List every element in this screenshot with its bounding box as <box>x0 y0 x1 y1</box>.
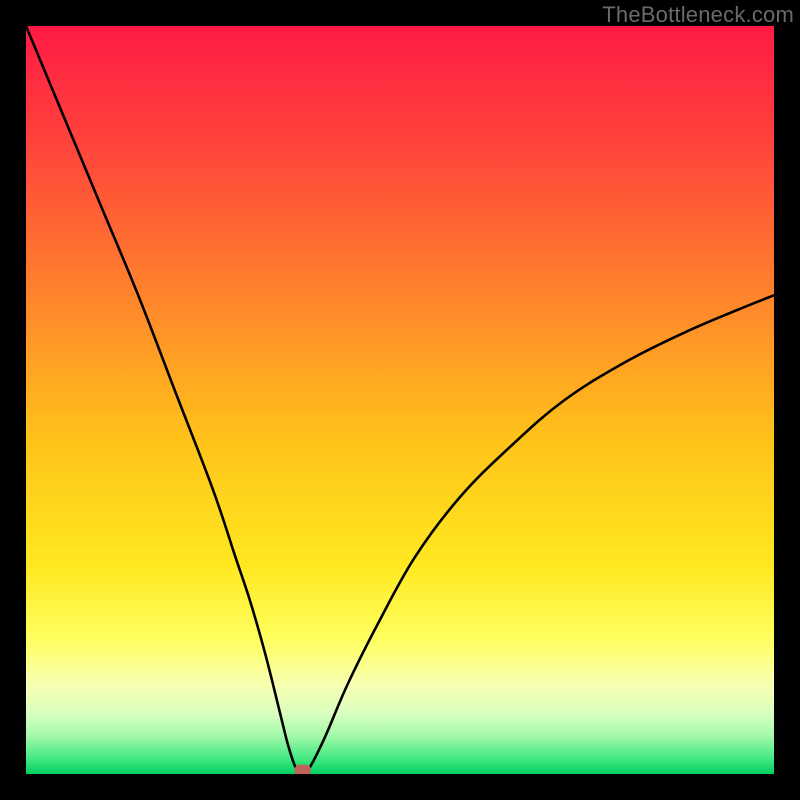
watermark-text: TheBottleneck.com <box>602 2 794 28</box>
optimal-point-marker <box>295 765 311 774</box>
plot-area <box>26 26 774 774</box>
bottleneck-curve <box>26 26 774 774</box>
curve-layer <box>26 26 774 774</box>
chart-frame: TheBottleneck.com <box>0 0 800 800</box>
